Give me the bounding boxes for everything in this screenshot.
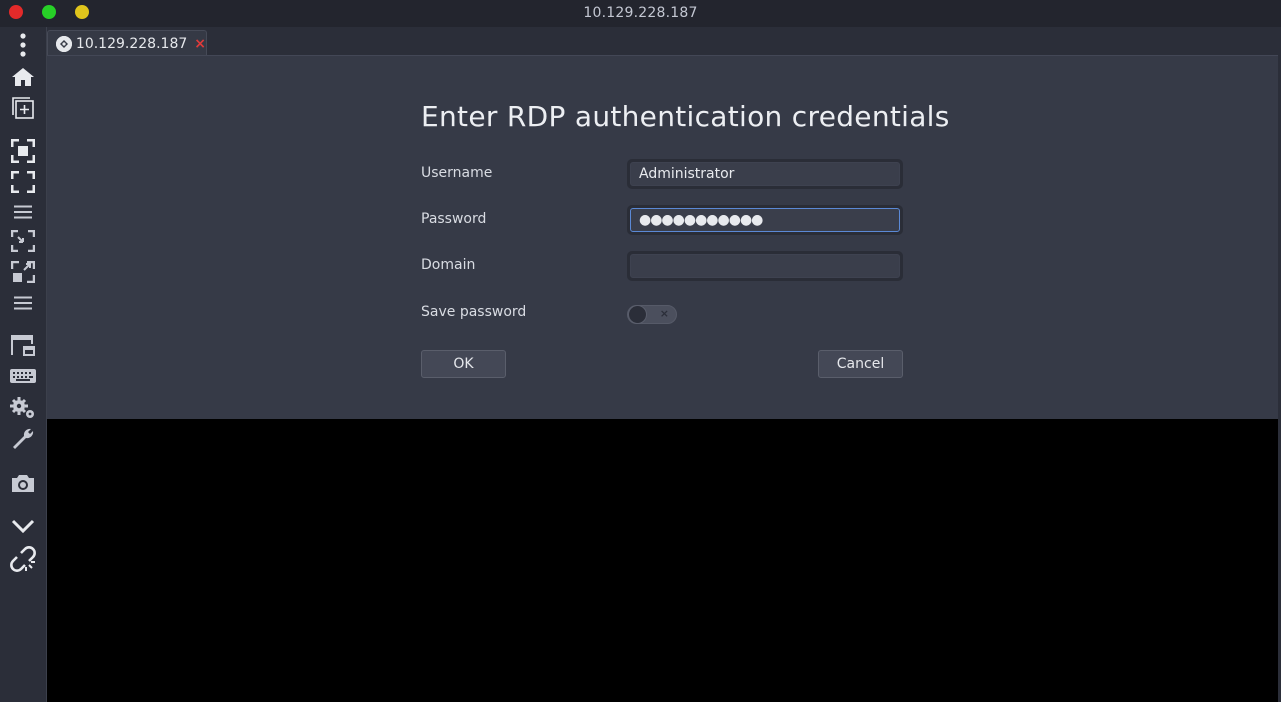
save-password-label: Save password (421, 304, 527, 320)
fit-window-icon[interactable] (9, 137, 37, 165)
ok-button[interactable]: OK (421, 350, 506, 378)
resize-icon[interactable] (9, 258, 37, 286)
scale-icon[interactable] (9, 227, 37, 255)
password-label: Password (421, 211, 487, 227)
toolbar-sidebar (0, 27, 47, 702)
cancel-button[interactable]: Cancel (818, 350, 903, 378)
window-title: 10.129.228.187 (583, 5, 698, 21)
domain-label: Domain (421, 257, 476, 273)
tab-bar: 10.129.228.187 × (47, 27, 1278, 56)
domain-field-frame (627, 251, 903, 281)
menu-icon[interactable] (9, 289, 37, 317)
tab-label: 10.129.228.187 (75, 35, 188, 52)
toggle-off-mark: × (659, 307, 669, 320)
chevron-down-icon[interactable] (9, 512, 37, 540)
home-icon[interactable] (9, 63, 37, 91)
close-tab-icon[interactable]: × (194, 36, 206, 52)
password-field[interactable] (630, 208, 900, 232)
domain-field[interactable] (630, 254, 900, 278)
title-bar: 10.129.228.187 (0, 0, 1281, 27)
broken-link-icon[interactable] (9, 545, 37, 573)
username-field-frame (627, 159, 903, 189)
gears-icon[interactable] (9, 394, 37, 422)
remote-desktop-area[interactable] (47, 419, 1278, 702)
password-field-frame (627, 205, 903, 235)
menu-icon[interactable] (9, 198, 37, 226)
auth-dialog: Enter RDP authentication credentials Use… (47, 55, 1278, 419)
fullscreen-icon[interactable] (9, 168, 37, 196)
toggle-knob (628, 305, 647, 324)
keyboard-icon[interactable] (9, 363, 37, 391)
remote-connection-icon (56, 35, 72, 52)
username-field[interactable] (630, 162, 900, 186)
new-tab-icon[interactable] (9, 94, 37, 122)
camera-icon[interactable] (9, 469, 37, 497)
username-label: Username (421, 165, 493, 181)
save-password-toggle[interactable]: × (627, 305, 677, 324)
wrench-icon[interactable] (9, 425, 37, 453)
multi-monitor-icon[interactable] (9, 332, 37, 360)
tab-connection[interactable]: 10.129.228.187 × (47, 30, 207, 56)
kebab-menu-icon[interactable] (9, 31, 37, 59)
dialog-title: Enter RDP authentication credentials (421, 100, 950, 133)
